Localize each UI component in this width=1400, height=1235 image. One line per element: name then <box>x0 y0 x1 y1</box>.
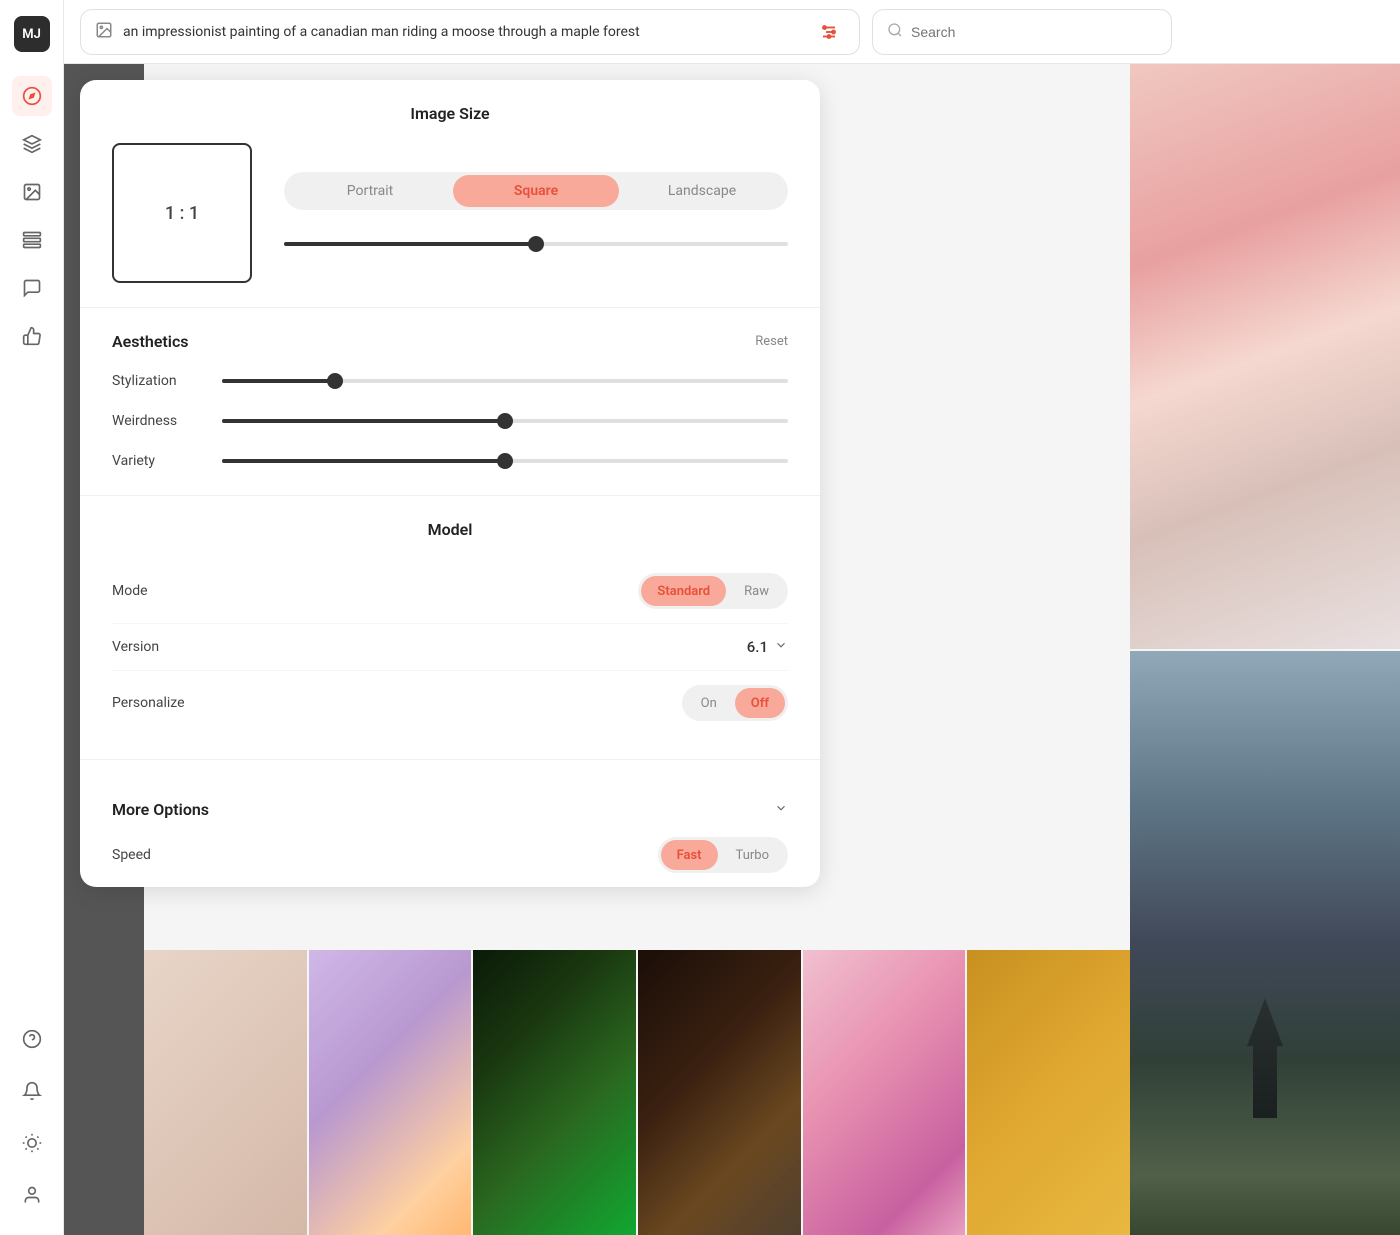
sidebar-item-chat[interactable] <box>12 268 52 308</box>
stylization-row: Stylization <box>112 371 788 391</box>
image-size-content: 1 : 1 Portrait Square Landscape <box>112 143 788 283</box>
speed-control: Fast Turbo <box>232 837 788 873</box>
tab-portrait[interactable]: Portrait <box>287 175 453 207</box>
speed-turbo[interactable]: Turbo <box>720 840 785 870</box>
version-row: Version 6.1 <box>112 624 788 671</box>
mode-row: Mode Standard Raw <box>112 559 788 624</box>
spacer <box>144 1095 1130 1235</box>
weirdness-thumb[interactable] <box>497 413 513 429</box>
sidebar-bottom <box>12 1015 52 1219</box>
model-title: Model <box>112 520 788 539</box>
stylization-label: Stylization <box>112 373 202 389</box>
main-content: an impressionist painting of a canadian … <box>64 0 1400 1235</box>
personalize-control: On Off <box>232 685 788 721</box>
sidebar-item-image[interactable] <box>12 172 52 212</box>
sidebar: MJ <box>0 0 64 1235</box>
sidebar-item-bell[interactable] <box>12 1071 52 1111</box>
filter-button[interactable] <box>813 16 845 48</box>
personalize-label: Personalize <box>112 695 232 711</box>
weirdness-label: Weirdness <box>112 413 202 429</box>
variety-slider[interactable] <box>222 451 788 471</box>
aspect-preview: 1 : 1 <box>112 143 252 283</box>
variety-label: Variety <box>112 453 202 469</box>
personalize-on[interactable]: On <box>685 688 733 718</box>
sidebar-item-help[interactable] <box>12 1019 52 1059</box>
avatar[interactable]: MJ <box>14 16 50 52</box>
prompt-text: an impressionist painting of a canadian … <box>123 24 803 40</box>
aesthetics-header: Aesthetics Reset <box>112 332 788 351</box>
right-gallery <box>1130 64 1400 1235</box>
variety-fill <box>222 459 505 463</box>
tab-square[interactable]: Square <box>453 175 619 207</box>
weirdness-fill <box>222 419 505 423</box>
prompt-bar[interactable]: an impressionist painting of a canadian … <box>80 9 860 55</box>
speed-row: Speed Fast Turbo <box>112 823 788 887</box>
mode-raw[interactable]: Raw <box>728 576 785 606</box>
model-section: Model Mode Standard Raw Version 6.1 <box>80 496 820 760</box>
weirdness-row: Weirdness <box>112 411 788 431</box>
speed-toggle: Fast Turbo <box>658 837 788 873</box>
sidebar-item-profile[interactable] <box>12 1175 52 1215</box>
mode-standard[interactable]: Standard <box>641 576 726 606</box>
image-size-title: Image Size <box>112 104 788 123</box>
search-bar[interactable] <box>872 9 1172 55</box>
version-select[interactable]: 6.1 <box>747 638 788 656</box>
size-slider[interactable] <box>284 234 788 254</box>
gallery-img-portrait <box>1130 64 1400 649</box>
image-icon <box>95 21 113 43</box>
mode-label: Mode <box>112 583 232 599</box>
header: an impressionist painting of a canadian … <box>64 0 1400 64</box>
aesthetics-section: Aesthetics Reset Stylization Weirdness <box>80 308 820 496</box>
weirdness-slider[interactable] <box>222 411 788 431</box>
search-input[interactable] <box>911 24 1157 40</box>
more-options-chevron <box>774 800 788 819</box>
content-area: Image Size 1 : 1 Portrait Square Landsca… <box>64 64 1400 1235</box>
stylization-fill <box>222 379 335 383</box>
size-controls: Portrait Square Landscape <box>284 172 788 254</box>
mode-control: Standard Raw <box>232 573 788 609</box>
personalize-off[interactable]: Off <box>735 688 785 718</box>
personalize-row: Personalize On Off <box>112 671 788 735</box>
sidebar-item-thumbsup[interactable] <box>12 316 52 356</box>
sidebar-item-compass[interactable] <box>12 76 52 116</box>
aesthetics-title: Aesthetics <box>112 332 189 351</box>
tab-landscape[interactable]: Landscape <box>619 175 785 207</box>
size-slider-thumb[interactable] <box>528 236 544 252</box>
personalize-toggle: On Off <box>682 685 788 721</box>
size-slider-track <box>284 242 788 246</box>
orientation-tabs: Portrait Square Landscape <box>284 172 788 210</box>
size-slider-fill <box>284 242 536 246</box>
sidebar-item-brush[interactable] <box>12 124 52 164</box>
variety-row: Variety <box>112 451 788 471</box>
gallery-img-church <box>1130 651 1400 1235</box>
variety-thumb[interactable] <box>497 453 513 469</box>
sidebar-item-brightness[interactable] <box>12 1123 52 1163</box>
version-label: Version <box>112 639 232 655</box>
search-icon <box>887 22 903 42</box>
bottom-gallery-2 <box>144 1095 1130 1235</box>
settings-panel: Image Size 1 : 1 Portrait Square Landsca… <box>80 80 820 887</box>
speed-label: Speed <box>112 847 232 863</box>
sidebar-item-layers[interactable] <box>12 220 52 260</box>
stylization-thumb[interactable] <box>327 373 343 389</box>
more-options-title: More Options <box>112 800 209 819</box>
more-options-header[interactable]: More Options <box>112 780 788 823</box>
chevron-down-icon <box>774 638 788 656</box>
version-control: 6.1 <box>232 638 788 656</box>
image-size-section: Image Size 1 : 1 Portrait Square Landsca… <box>80 80 820 308</box>
version-value: 6.1 <box>747 638 768 656</box>
reset-button[interactable]: Reset <box>755 334 788 349</box>
stylization-slider[interactable] <box>222 371 788 391</box>
more-options-section: More Options Speed Fast Turbo <box>80 760 820 887</box>
mode-toggle: Standard Raw <box>638 573 788 609</box>
speed-fast[interactable]: Fast <box>661 840 718 870</box>
